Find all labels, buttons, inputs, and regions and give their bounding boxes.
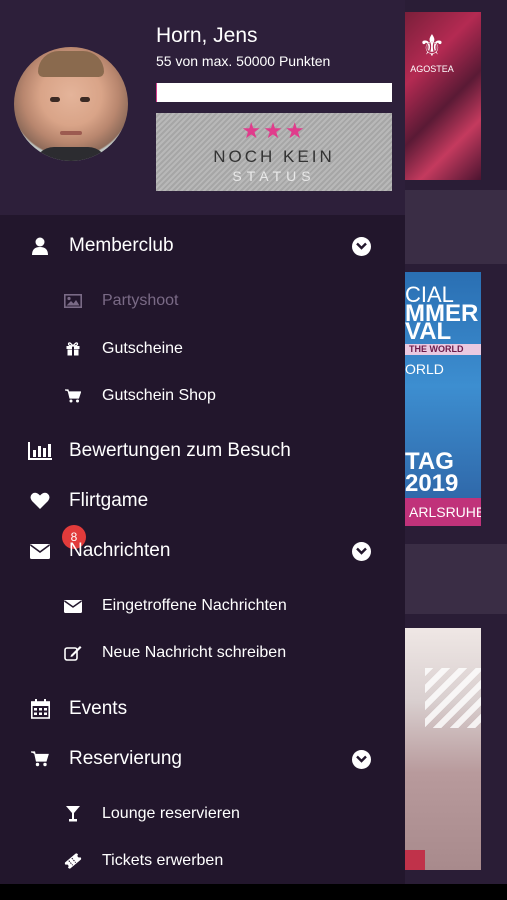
profile-header: Horn, Jens 55 von max. 50000 Punkten ★★★…	[0, 0, 405, 215]
menu-item-tickets-erwerben[interactable]: Tickets erwerben	[0, 850, 405, 872]
menu-item-label: Tickets erwerben	[102, 852, 224, 869]
cart-icon	[62, 385, 84, 407]
event-card-summer-festival[interactable]: CIAL MMER VAL THE WORLD ORLD TAG 2019 AR…	[405, 272, 481, 526]
cocktail-glass-icon	[62, 803, 84, 825]
card-text: VAL	[405, 318, 452, 345]
user-icon	[28, 234, 52, 258]
menu-item-label: Reservierung	[69, 748, 182, 769]
menu-item-label: Nachrichten	[69, 540, 171, 561]
menu-item-bewertungen[interactable]: Bewertungen zum Besuch	[0, 438, 405, 464]
envelope-icon: 8	[28, 525, 86, 563]
status-value: STATUS	[232, 168, 316, 184]
menu-item-gutschein-shop[interactable]: Gutschein Shop	[0, 385, 405, 407]
card-separator	[405, 190, 507, 264]
gift-icon	[62, 338, 84, 360]
avatar-shirt	[34, 147, 108, 161]
menu-item-flirtgame[interactable]: Flirtgame	[0, 488, 405, 514]
status-badge: ★★★ NOCH KEIN STATUS	[156, 113, 392, 191]
menu-item-gutscheine[interactable]: Gutscheine	[0, 338, 405, 360]
points-progress-bar	[156, 83, 392, 102]
card-separator	[405, 544, 507, 614]
status-label: NOCH KEIN	[213, 147, 335, 166]
heart-icon	[28, 489, 52, 513]
card-text: THE WORLD	[405, 344, 481, 355]
menu-item-nachrichten[interactable]: 8 Nachrichten	[0, 525, 405, 564]
menu-item-neue-nachricht[interactable]: Neue Nachricht schreiben	[0, 642, 405, 664]
bar-chart-icon	[28, 439, 52, 463]
event-card-photo[interactable]	[405, 628, 481, 870]
agostea-logo: ⚜ AGOSTEA	[410, 29, 454, 75]
chevron-down-icon[interactable]	[352, 541, 371, 561]
menu-item-label: Partyshoot	[102, 292, 179, 309]
avatar-hair	[38, 51, 104, 77]
envelope-icon	[62, 595, 84, 617]
card-text: 2019	[405, 470, 459, 497]
user-name: Horn, Jens	[156, 24, 258, 47]
calendar-icon	[28, 697, 52, 721]
menu-item-reservierung[interactable]: Reservierung	[0, 746, 405, 772]
ticket-icon	[62, 850, 84, 872]
menu-item-label: Memberclub	[69, 235, 174, 256]
edit-icon	[62, 642, 84, 664]
avatar-eye	[80, 97, 90, 102]
avatar-eye	[50, 97, 60, 102]
menu-item-events[interactable]: Events	[0, 696, 405, 722]
navigation-drawer: Horn, Jens 55 von max. 50000 Punkten ★★★…	[0, 0, 405, 884]
card-decoration	[425, 668, 481, 728]
menu-item-lounge-reservieren[interactable]: Lounge reservieren	[0, 803, 405, 825]
system-bottom-bar	[0, 884, 507, 900]
avatar[interactable]	[14, 47, 128, 161]
menu-item-label: Gutscheine	[102, 340, 183, 357]
menu-item-label: Lounge reservieren	[102, 805, 240, 822]
chevron-down-icon[interactable]	[352, 749, 371, 769]
menu-item-memberclub[interactable]: Memberclub	[0, 233, 405, 259]
menu-item-label: Events	[69, 698, 128, 719]
menu-item-label: Flirtgame	[69, 490, 149, 511]
menu-item-label: Bewertungen zum Besuch	[69, 440, 291, 461]
image-icon	[62, 290, 84, 312]
card-text: ORLD	[405, 361, 444, 377]
cart-icon	[28, 747, 52, 771]
avatar-mouth	[60, 131, 82, 135]
chevron-down-icon[interactable]	[352, 236, 371, 256]
menu-item-label: Gutschein Shop	[102, 387, 216, 404]
menu-item-partyshoot[interactable]: Partyshoot	[0, 290, 405, 312]
menu-item-label: Neue Nachricht schreiben	[102, 644, 287, 661]
menu-item-label: Eingetroffene Nachrichten	[102, 597, 287, 614]
status-stars-icon: ★★★	[241, 119, 307, 144]
card-location: ARLSRUHE	[405, 498, 481, 526]
event-card-agostea[interactable]: ⚜ AGOSTEA	[405, 12, 481, 180]
points-text: 55 von max. 50000 Punkten	[156, 53, 331, 69]
menu-item-eingetroffene-nachrichten[interactable]: Eingetroffene Nachrichten	[0, 595, 405, 617]
card-decoration	[405, 850, 425, 870]
